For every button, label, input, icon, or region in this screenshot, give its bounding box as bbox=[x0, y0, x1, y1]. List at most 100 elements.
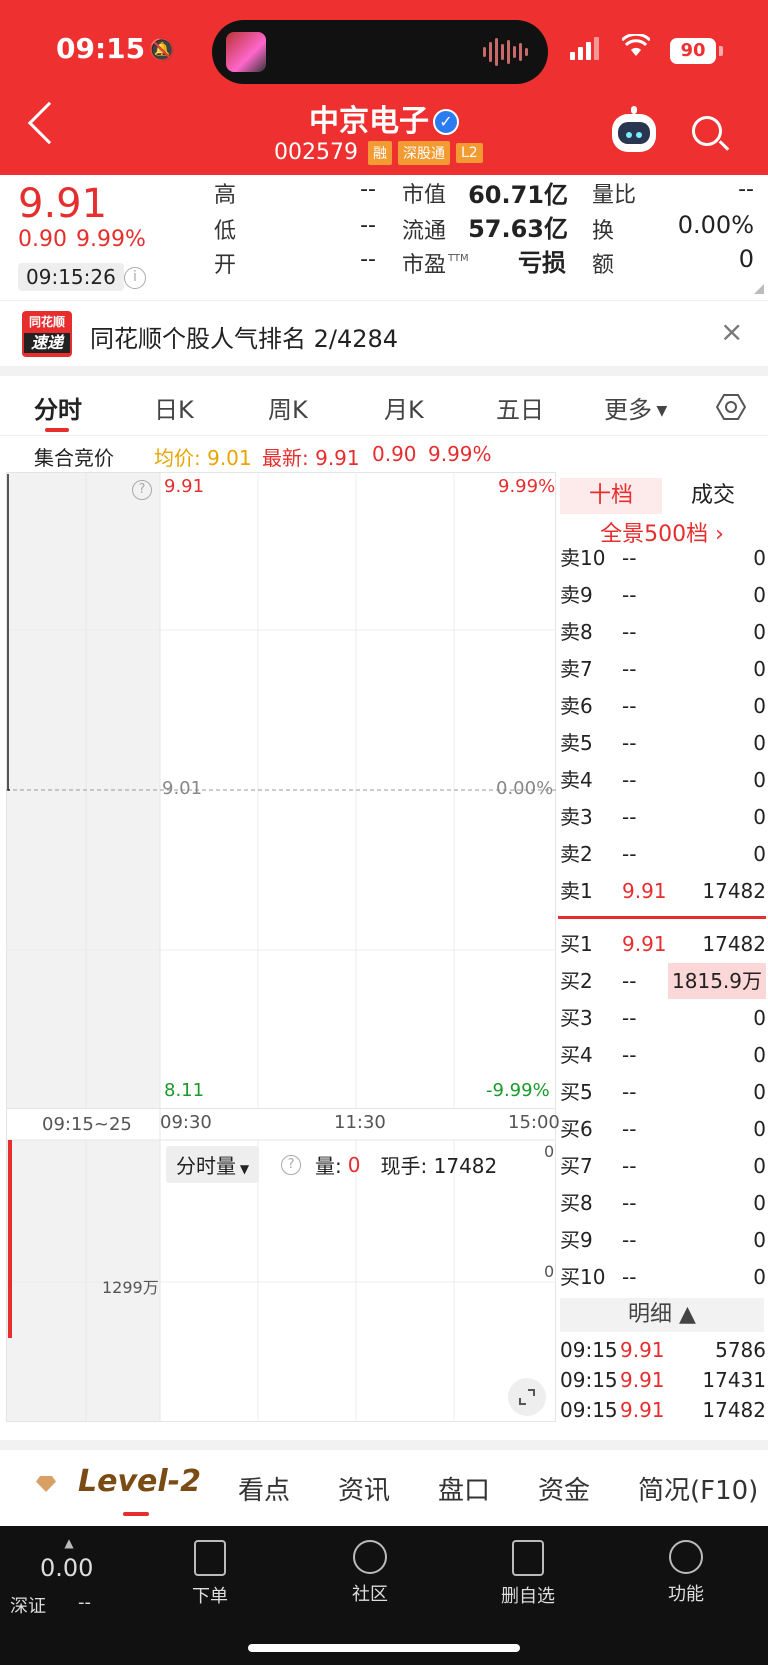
tag-margin[interactable]: 融 bbox=[367, 140, 392, 165]
dynamic-island bbox=[212, 20, 548, 84]
price-change-pct: 9.99% bbox=[76, 227, 146, 252]
audio-wave-icon bbox=[483, 38, 528, 66]
ask-label: 卖1 bbox=[560, 879, 593, 903]
tab-five-day[interactable]: 五日 bbox=[496, 390, 544, 425]
ask-level[interactable]: 卖9 -- 0 bbox=[560, 577, 766, 613]
bid-label: 买10 bbox=[560, 1265, 606, 1289]
help-icon[interactable]: ? bbox=[132, 480, 152, 500]
volume-indicator-select[interactable]: 分时量 ▼ bbox=[166, 1146, 260, 1183]
tab-highlights[interactable]: 看点 bbox=[238, 1470, 290, 1507]
tab-daily-k[interactable]: 日K bbox=[154, 390, 194, 425]
bid-volume: 1815.9万 bbox=[668, 963, 766, 999]
bid-level[interactable]: 买10 -- 0 bbox=[560, 1259, 766, 1295]
tab-active-indicator bbox=[123, 1512, 149, 1516]
bid-level[interactable]: 买2 -- 1815.9万 bbox=[560, 963, 766, 999]
bid-price: 9.91 bbox=[622, 932, 667, 956]
tab-weekly-k[interactable]: 周K bbox=[268, 390, 308, 425]
ask-level[interactable]: 卖7 -- 0 bbox=[560, 651, 766, 687]
bid-level[interactable]: 买5 -- 0 bbox=[560, 1074, 766, 1110]
stock-code: 002579 bbox=[274, 140, 358, 165]
now-playing-artwork bbox=[226, 32, 266, 72]
bid-level[interactable]: 买8 -- 0 bbox=[560, 1185, 766, 1221]
ask-price: -- bbox=[622, 805, 637, 829]
tab-more[interactable]: 更多 ▼ bbox=[604, 390, 667, 425]
tab-level2[interactable]: Level-2 bbox=[78, 1464, 201, 1499]
ask-level[interactable]: 卖10 -- 0 bbox=[560, 540, 766, 576]
bid-price: -- bbox=[622, 1043, 637, 1067]
bid-level[interactable]: 买9 -- 0 bbox=[560, 1222, 766, 1258]
tab-trades[interactable]: 成交 bbox=[662, 478, 764, 514]
low-value: -- bbox=[360, 213, 376, 238]
volume-help-icon[interactable]: ? bbox=[281, 1154, 302, 1175]
tab-intraday[interactable]: 分时 bbox=[34, 390, 82, 425]
ask-volume: 0 bbox=[753, 546, 766, 570]
caret-down-icon: ▼ bbox=[652, 403, 668, 419]
ask-level[interactable]: 卖4 -- 0 bbox=[560, 762, 766, 798]
time-tick-midday: 11:30 bbox=[334, 1112, 386, 1133]
hexagon-settings-icon[interactable] bbox=[716, 392, 746, 422]
bid-label: 买2 bbox=[560, 969, 593, 993]
intraday-chart[interactable]: ? 9.91 9.99% 9.01 0.00% 8.11 -9.99% 09:1… bbox=[6, 472, 560, 1422]
ask-level[interactable]: 卖6 -- 0 bbox=[560, 688, 766, 724]
tab-fund-flow[interactable]: 资金 bbox=[538, 1470, 590, 1507]
expand-corner-icon[interactable] bbox=[754, 284, 764, 294]
ask-level[interactable]: 卖8 -- 0 bbox=[560, 614, 766, 650]
avg-price: 均价: 9.01 bbox=[154, 446, 252, 470]
volratio-value: -- bbox=[738, 177, 754, 202]
auction-label: 集合竞价 bbox=[34, 446, 114, 470]
bid-price: -- bbox=[622, 969, 637, 993]
nav-functions[interactable]: 功能 bbox=[636, 1540, 736, 1606]
ask-level[interactable]: 卖1 9.91 17482 bbox=[560, 873, 766, 909]
bid-level[interactable]: 买1 9.91 17482 bbox=[560, 926, 766, 962]
tag-connect[interactable]: 深股通 bbox=[397, 140, 450, 165]
bid-level[interactable]: 买3 -- 0 bbox=[560, 1000, 766, 1036]
tab-active-indicator bbox=[45, 428, 69, 432]
latest-change: 0.90 bbox=[372, 442, 417, 466]
ask-price: -- bbox=[622, 842, 637, 866]
volume-zero-top: 0 bbox=[544, 1142, 555, 1161]
ask-level[interactable]: 卖5 -- 0 bbox=[560, 725, 766, 761]
tab-ten-levels[interactable]: 十档 bbox=[560, 478, 662, 514]
ai-assistant-robot-icon[interactable] bbox=[612, 106, 656, 152]
tab-f10[interactable]: 简况(F10) bbox=[638, 1470, 758, 1507]
chart-tabs: 分时 日K 周K 月K 五日 更多 ▼ bbox=[0, 376, 768, 436]
market-value: 0.00 bbox=[40, 1554, 94, 1582]
tab-monthly-k[interactable]: 月K bbox=[384, 390, 424, 425]
pe-ttm-sup: TTM bbox=[448, 253, 469, 264]
bid-level[interactable]: 买7 -- 0 bbox=[560, 1148, 766, 1184]
bid-level[interactable]: 买6 -- 0 bbox=[560, 1111, 766, 1147]
nav-place-order[interactable]: 下单 bbox=[160, 1540, 260, 1608]
tab-news[interactable]: 资讯 bbox=[338, 1470, 390, 1507]
high-label: 高 bbox=[214, 183, 237, 208]
price-change: 0.90 bbox=[18, 227, 67, 252]
close-icon[interactable]: × bbox=[720, 315, 743, 348]
bid-price: -- bbox=[622, 1006, 637, 1030]
ask-volume: 0 bbox=[753, 768, 766, 792]
search-icon[interactable] bbox=[692, 116, 722, 146]
popularity-banner[interactable]: 同花顺 速递 同花顺个股人气排名 2/4284 × bbox=[0, 300, 768, 366]
info-icon[interactable]: i bbox=[124, 267, 146, 289]
trade-volume: 17431 bbox=[702, 1368, 766, 1392]
bid-volume: 17482 bbox=[702, 932, 766, 956]
home-indicator[interactable] bbox=[248, 1644, 520, 1652]
amount-value: 0 bbox=[738, 245, 754, 273]
trade-detail-header[interactable]: 明细 ▲ bbox=[560, 1298, 764, 1332]
bid-level[interactable]: 买4 -- 0 bbox=[560, 1037, 766, 1073]
axis-top-pct: 9.99% bbox=[498, 476, 556, 497]
ask-level[interactable]: 卖3 -- 0 bbox=[560, 799, 766, 835]
high-value: -- bbox=[360, 177, 376, 202]
status-time: 09:15 bbox=[56, 32, 146, 65]
time-tick-open: 09:30 bbox=[160, 1112, 212, 1133]
bid-label: 买8 bbox=[560, 1191, 593, 1215]
tab-order-book[interactable]: 盘口 bbox=[438, 1470, 490, 1507]
bid-volume: 0 bbox=[753, 1006, 766, 1030]
ask-level[interactable]: 卖2 -- 0 bbox=[560, 836, 766, 872]
ask-price: -- bbox=[622, 694, 637, 718]
nav-remove-watchlist[interactable]: 删自选 bbox=[478, 1540, 578, 1608]
market-index-widget[interactable]: ▲ 0.00 深证 -- bbox=[10, 1536, 130, 1617]
fullscreen-expand-icon[interactable] bbox=[508, 1378, 546, 1416]
caret-down-icon: ▼ bbox=[236, 1162, 250, 1176]
nav-community[interactable]: 社区 bbox=[320, 1540, 420, 1606]
ask-price: -- bbox=[622, 546, 637, 570]
tag-level2[interactable]: L2 bbox=[455, 142, 483, 163]
